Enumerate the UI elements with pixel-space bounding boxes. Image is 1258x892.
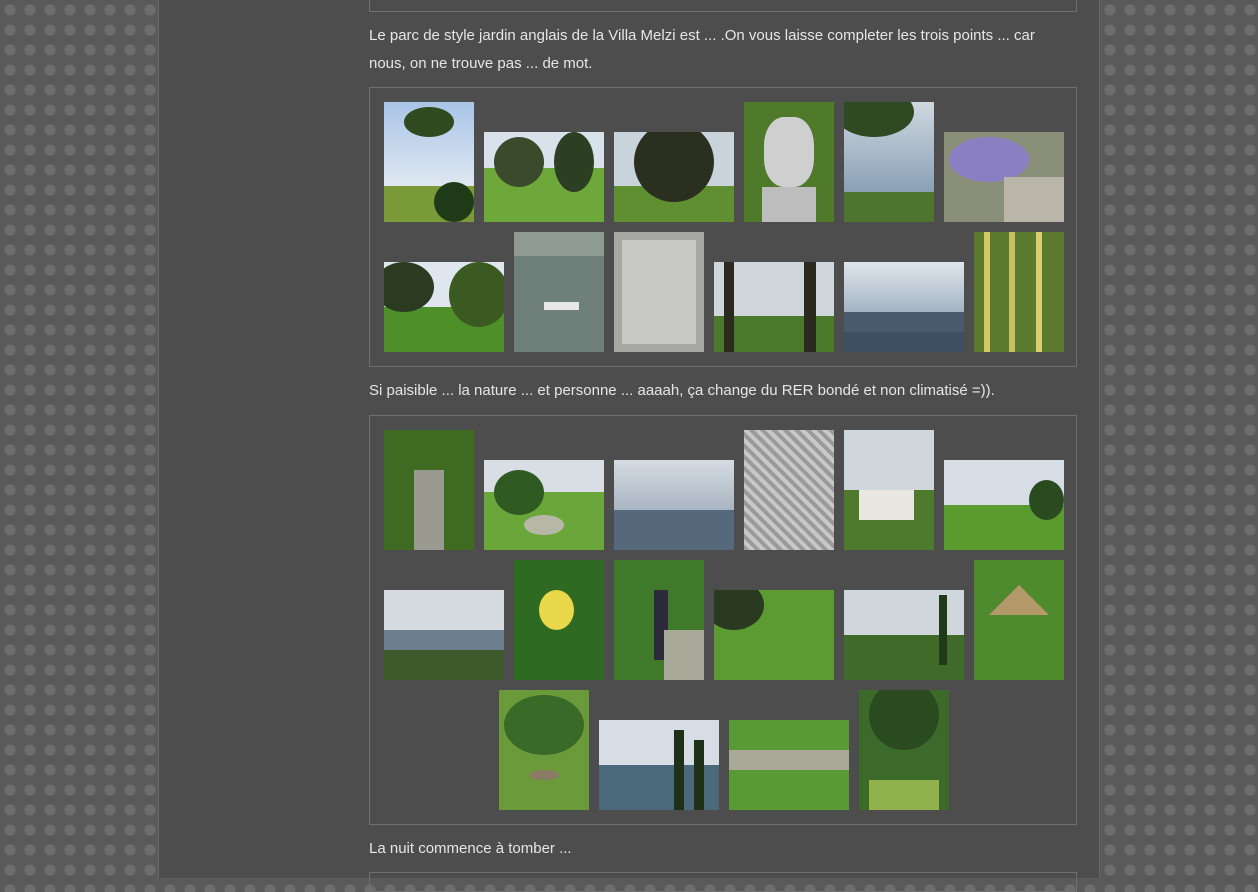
thumbnail-lake-view-tree[interactable]: [844, 102, 934, 222]
photo-gallery-top: [369, 0, 1077, 12]
thumbnail-bamboo[interactable]: [974, 232, 1064, 352]
paragraph-peaceful: Si paisible ... la nature ... et personn…: [369, 382, 995, 399]
thumbnail-woman-in-garden[interactable]: [614, 560, 704, 680]
thumbnail-lawn-lake[interactable]: [944, 460, 1064, 550]
thumbnail-cedar-tree[interactable]: [614, 132, 734, 222]
thumbnail-thatched-gazebo[interactable]: [974, 560, 1064, 680]
thumbnail-forest-path[interactable]: [859, 690, 949, 810]
paragraph-night: La nuit commence à tomber ...: [369, 840, 572, 857]
thumbnail-speedboat[interactable]: [514, 232, 604, 352]
thumbnail-pebble-mosaic[interactable]: [744, 430, 834, 550]
thumbnail-villa-melzi[interactable]: [844, 430, 934, 550]
thumbnail-lake-hedge[interactable]: [384, 590, 504, 680]
thumbnail-people-on-path[interactable]: [729, 720, 849, 810]
paragraph-park: Le parc de style jardin anglais de la Vi…: [369, 27, 1035, 72]
thumbnail-park-lawn[interactable]: [384, 262, 504, 352]
thumbnail-group-on-lawn[interactable]: [714, 590, 834, 680]
thumbnail-lion-statue[interactable]: [744, 102, 834, 222]
thumbnail-misty-lake[interactable]: [614, 460, 734, 550]
thumbnail-garden-trees[interactable]: [484, 132, 604, 222]
thumbnail-lavender[interactable]: [944, 132, 1064, 222]
thumbnail-garden-path[interactable]: [384, 430, 474, 550]
thumbnail-lake-through-trees[interactable]: [714, 262, 834, 352]
thumbnail-topiary-garden[interactable]: [484, 460, 604, 550]
thumbnail-palm-tree[interactable]: [384, 102, 474, 222]
thumbnail-lake-cypresses[interactable]: [599, 720, 719, 810]
thumbnail-tombstone-plaque[interactable]: [614, 232, 704, 352]
thumbnail-chapel-cypress[interactable]: [844, 590, 964, 680]
thumbnail-lake-clouds[interactable]: [844, 262, 964, 352]
thumbnail-stone-basin[interactable]: [499, 690, 589, 810]
photo-gallery-bottom: [369, 872, 1077, 892]
thumbnail-yellow-flower[interactable]: [514, 560, 604, 680]
